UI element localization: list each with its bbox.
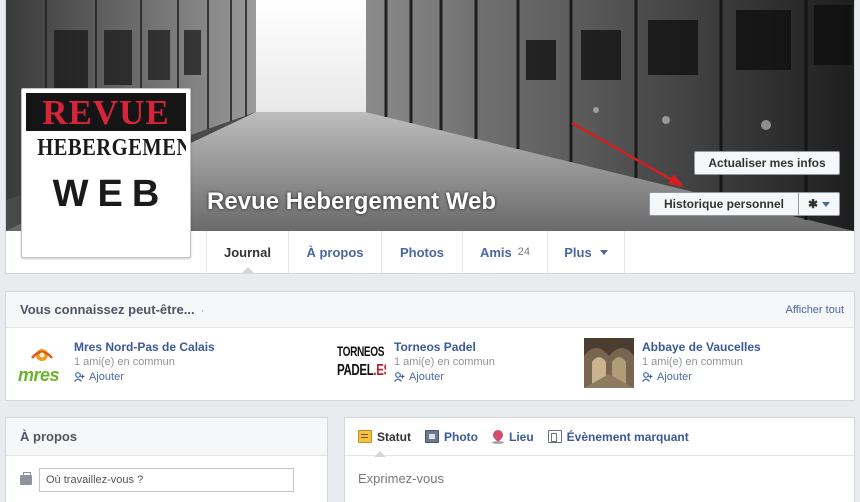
suggestion-item: Abbaye de Vaucelles 1 ami(e) en commun A… <box>584 338 761 388</box>
suggestion-name[interactable]: Torneos Padel <box>394 340 495 354</box>
composer-tab-photo[interactable]: Photo <box>425 418 478 456</box>
briefcase-icon <box>20 472 32 485</box>
suggestion-name[interactable]: Abbaye de Vaucelles <box>642 340 761 354</box>
logo-line-2: HEBERGEMENT <box>37 135 186 161</box>
separator-dot: · <box>200 305 205 317</box>
add-label: Ajouter <box>409 371 444 383</box>
see-all-link[interactable]: Afficher tout <box>786 304 845 316</box>
add-friend-icon <box>74 372 85 382</box>
settings-menu-button[interactable]: ✱ <box>799 192 840 216</box>
chevron-down-icon <box>599 249 608 255</box>
tab-label: Photos <box>399 244 445 260</box>
padel-logo-line-2: PADEL <box>337 362 374 379</box>
activity-log-button[interactable]: Historique personnel <box>649 192 799 216</box>
mutual-friends[interactable]: 1 ami(e) en commun <box>74 354 215 370</box>
suggestion-item: mres Mres Nord-Pas de Calais 1 ami(e) en… <box>16 338 215 388</box>
photo-icon <box>425 430 439 443</box>
tab-friends[interactable]: Amis 24 <box>463 231 548 273</box>
post-composer: Statut Photo Lieu Évènement marquant Exp… <box>344 417 855 502</box>
tab-label: Amis <box>479 244 512 260</box>
mutual-friends[interactable]: 1 ami(e) en commun <box>642 354 761 370</box>
suggestion-item: TORNEOS PADEL.ES Torneos Padel 1 ami(e) … <box>336 338 495 388</box>
about-box: À propos Où travaillez-vous ? <box>5 417 328 502</box>
tab-photos[interactable]: Photos <box>382 231 463 273</box>
tab-label: Journal <box>224 244 271 260</box>
logo-line-3: WEB <box>52 173 169 215</box>
workplace-input[interactable]: Où travaillez-vous ? <box>39 468 294 492</box>
add-friend-icon <box>642 372 653 382</box>
composer-tab-status[interactable]: Statut <box>358 418 411 457</box>
suggestion-name[interactable]: Mres Nord-Pas de Calais <box>74 340 215 354</box>
page-title[interactable]: Revue Hebergement Web <box>207 188 496 216</box>
friends-count: 24 <box>517 246 531 258</box>
composer-tab-label: Photo <box>444 429 478 444</box>
revue-logo: REVUE HEBERGEMENT WEB <box>26 93 186 253</box>
composer-tabs: Statut Photo Lieu Évènement marquant <box>345 418 854 457</box>
composer-input[interactable]: Exprimez-vous <box>345 456 854 486</box>
abbey-photo[interactable] <box>584 338 634 388</box>
mres-logo-text: mres <box>18 365 60 385</box>
composer-tab-place[interactable]: Lieu <box>492 418 534 456</box>
add-friend-icon <box>394 372 405 382</box>
place-icon <box>492 430 504 444</box>
add-friend-button[interactable]: Ajouter <box>394 370 495 384</box>
chevron-down-icon <box>822 201 831 207</box>
composer-tab-milestone[interactable]: Évènement marquant <box>547 418 689 456</box>
people-you-may-know: Vous connaissez peut-être... · Afficher … <box>5 291 855 401</box>
about-title: À propos <box>6 418 327 456</box>
add-friend-button[interactable]: Ajouter <box>74 370 215 384</box>
suggestions-title: Vous connaissez peut-être... <box>20 302 195 317</box>
add-label: Ajouter <box>89 371 124 383</box>
composer-tab-label: Lieu <box>509 429 534 444</box>
padel-logo-es: .ES <box>373 362 386 379</box>
tab-about[interactable]: À propos <box>289 231 382 273</box>
tab-journal[interactable]: Journal <box>207 231 289 273</box>
sun-icon <box>31 349 53 361</box>
composer-tab-label: Évènement marquant <box>566 429 689 444</box>
add-label: Ajouter <box>657 371 692 383</box>
update-info-button[interactable]: Actualiser mes infos <box>694 151 840 175</box>
tab-label: Plus <box>564 244 592 260</box>
tab-more[interactable]: Plus <box>548 231 625 273</box>
cover-card: REVUE HEBERGEMENT WEB Revue Hebergement … <box>5 0 855 274</box>
profile-picture[interactable]: REVUE HEBERGEMENT WEB <box>21 88 191 258</box>
logo-line-1: REVUE <box>42 93 170 132</box>
page-tabs: Journal À propos Photos Amis 24 Plus <box>206 231 625 273</box>
status-icon <box>358 430 372 443</box>
mres-logo[interactable]: mres <box>16 338 66 388</box>
add-friend-button[interactable]: Ajouter <box>642 370 761 384</box>
mutual-friends[interactable]: 1 ami(e) en commun <box>394 354 495 370</box>
abbey-image <box>584 338 634 388</box>
suggestions-header: Vous connaissez peut-être... · Afficher … <box>6 292 854 328</box>
torneos-padel-logo[interactable]: TORNEOS PADEL.ES <box>336 338 386 388</box>
composer-tab-label: Statut <box>377 429 411 444</box>
padel-logo-line-1: TORNEOS <box>337 343 385 359</box>
tab-label: À propos <box>306 244 364 260</box>
gear-icon: ✱ <box>807 197 819 211</box>
milestone-icon <box>547 430 562 443</box>
